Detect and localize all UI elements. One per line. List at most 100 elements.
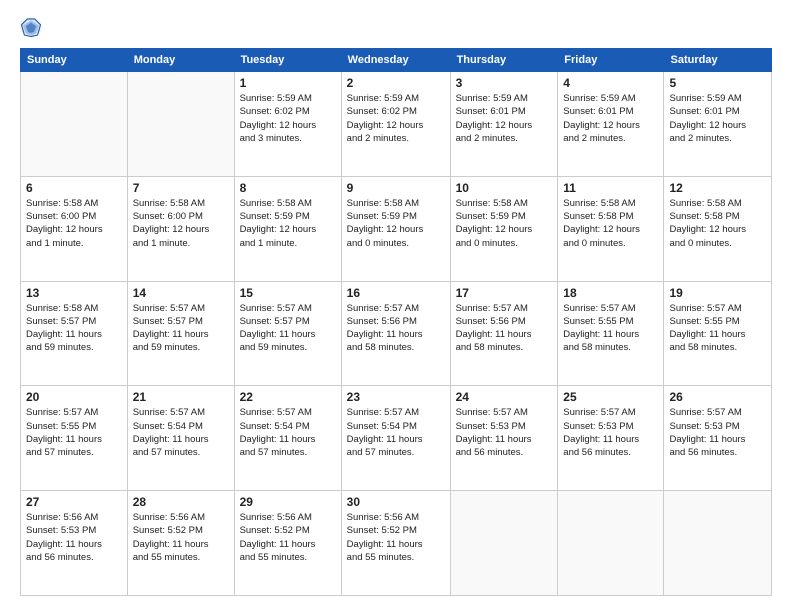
- day-detail: Sunrise: 5:59 AM Sunset: 6:01 PM Dayligh…: [563, 92, 658, 145]
- calendar-header-friday: Friday: [558, 49, 664, 72]
- day-detail: Sunrise: 5:57 AM Sunset: 5:53 PM Dayligh…: [669, 406, 766, 459]
- calendar-cell: 21 Sunrise: 5:57 AM Sunset: 5:54 PM Dayli…: [127, 386, 234, 491]
- day-number: 8: [240, 181, 336, 195]
- calendar-cell: 17 Sunrise: 5:57 AM Sunset: 5:56 PM Dayli…: [450, 281, 558, 386]
- page: SundayMondayTuesdayWednesdayThursdayFrid…: [0, 0, 792, 612]
- day-number: 11: [563, 181, 658, 195]
- day-number: 13: [26, 286, 122, 300]
- calendar-week-1: 6 Sunrise: 5:58 AM Sunset: 6:00 PM Daylig…: [21, 176, 772, 281]
- calendar-cell: 26 Sunrise: 5:57 AM Sunset: 5:53 PM Dayli…: [664, 386, 772, 491]
- day-number: 25: [563, 390, 658, 404]
- calendar-header-row: SundayMondayTuesdayWednesdayThursdayFrid…: [21, 49, 772, 72]
- day-number: 16: [347, 286, 445, 300]
- calendar-cell: 30 Sunrise: 5:56 AM Sunset: 5:52 PM Dayli…: [341, 491, 450, 596]
- day-detail: Sunrise: 5:57 AM Sunset: 5:54 PM Dayligh…: [347, 406, 445, 459]
- calendar-header-sunday: Sunday: [21, 49, 128, 72]
- day-detail: Sunrise: 5:58 AM Sunset: 5:58 PM Dayligh…: [669, 197, 766, 250]
- calendar-cell: 9 Sunrise: 5:58 AM Sunset: 5:59 PM Daylig…: [341, 176, 450, 281]
- calendar-cell: 6Sunrise: 5:58 AM Sunset: 6:00 PM Daylig…: [21, 176, 128, 281]
- day-detail: Sunrise: 5:57 AM Sunset: 5:56 PM Dayligh…: [456, 302, 553, 355]
- calendar-cell: [21, 72, 128, 177]
- day-detail: Sunrise: 5:58 AM Sunset: 5:57 PM Dayligh…: [26, 302, 122, 355]
- day-detail: Sunrise: 5:57 AM Sunset: 5:53 PM Dayligh…: [456, 406, 553, 459]
- calendar-header-saturday: Saturday: [664, 49, 772, 72]
- calendar-cell: 22 Sunrise: 5:57 AM Sunset: 5:54 PM Dayli…: [234, 386, 341, 491]
- day-detail: Sunrise: 5:59 AM Sunset: 6:02 PM Dayligh…: [240, 92, 336, 145]
- day-number: 20: [26, 390, 122, 404]
- day-detail: Sunrise: 5:58 AM Sunset: 6:00 PM Dayligh…: [133, 197, 229, 250]
- day-number: 15: [240, 286, 336, 300]
- calendar-cell: 10 Sunrise: 5:58 AM Sunset: 5:59 PM Dayli…: [450, 176, 558, 281]
- calendar-header-thursday: Thursday: [450, 49, 558, 72]
- logo-icon: [20, 16, 42, 38]
- day-number: 29: [240, 495, 336, 509]
- calendar-header-tuesday: Tuesday: [234, 49, 341, 72]
- day-detail: Sunrise: 5:56 AM Sunset: 5:52 PM Dayligh…: [240, 511, 336, 564]
- day-detail: Sunrise: 5:57 AM Sunset: 5:55 PM Dayligh…: [563, 302, 658, 355]
- day-number: 30: [347, 495, 445, 509]
- calendar-week-0: 1 Sunrise: 5:59 AM Sunset: 6:02 PM Daylig…: [21, 72, 772, 177]
- calendar-cell: [450, 491, 558, 596]
- calendar-cell: 25 Sunrise: 5:57 AM Sunset: 5:53 PM Dayli…: [558, 386, 664, 491]
- calendar-cell: 7 Sunrise: 5:58 AM Sunset: 6:00 PM Daylig…: [127, 176, 234, 281]
- day-number: 26: [669, 390, 766, 404]
- calendar-cell: 16 Sunrise: 5:57 AM Sunset: 5:56 PM Dayli…: [341, 281, 450, 386]
- day-number: 3: [456, 76, 553, 90]
- day-number: 5: [669, 76, 766, 90]
- day-detail: Sunrise: 5:58 AM Sunset: 5:58 PM Dayligh…: [563, 197, 658, 250]
- calendar-cell: 15Sunrise: 5:57 AM Sunset: 5:57 PM Dayli…: [234, 281, 341, 386]
- day-detail: Sunrise: 5:57 AM Sunset: 5:55 PM Dayligh…: [669, 302, 766, 355]
- calendar-cell: 18 Sunrise: 5:57 AM Sunset: 5:55 PM Dayli…: [558, 281, 664, 386]
- calendar-cell: [558, 491, 664, 596]
- day-detail: Sunrise: 5:58 AM Sunset: 5:59 PM Dayligh…: [240, 197, 336, 250]
- day-number: 10: [456, 181, 553, 195]
- day-detail: Sunrise: 5:59 AM Sunset: 6:01 PM Dayligh…: [456, 92, 553, 145]
- day-detail: Sunrise: 5:57 AM Sunset: 5:54 PM Dayligh…: [240, 406, 336, 459]
- day-number: 27: [26, 495, 122, 509]
- calendar-cell: 23 Sunrise: 5:57 AM Sunset: 5:54 PM Dayli…: [341, 386, 450, 491]
- day-detail: Sunrise: 5:58 AM Sunset: 5:59 PM Dayligh…: [347, 197, 445, 250]
- day-number: 17: [456, 286, 553, 300]
- calendar-cell: 1 Sunrise: 5:59 AM Sunset: 6:02 PM Daylig…: [234, 72, 341, 177]
- calendar-cell: 20 Sunrise: 5:57 AM Sunset: 5:55 PM Dayli…: [21, 386, 128, 491]
- calendar-cell: 8 Sunrise: 5:58 AM Sunset: 5:59 PM Daylig…: [234, 176, 341, 281]
- calendar-cell: [127, 72, 234, 177]
- day-detail: Sunrise: 5:56 AM Sunset: 5:52 PM Dayligh…: [347, 511, 445, 564]
- day-detail: Sunrise: 5:58 AM Sunset: 5:59 PM Dayligh…: [456, 197, 553, 250]
- day-number: 28: [133, 495, 229, 509]
- day-number: 1: [240, 76, 336, 90]
- day-number: 21: [133, 390, 229, 404]
- calendar-cell: 12 Sunrise: 5:58 AM Sunset: 5:58 PM Dayli…: [664, 176, 772, 281]
- day-detail: Sunrise: 5:56 AM Sunset: 5:53 PM Dayligh…: [26, 511, 122, 564]
- day-detail: Sunrise: 5:56 AM Sunset: 5:52 PM Dayligh…: [133, 511, 229, 564]
- day-number: 19: [669, 286, 766, 300]
- calendar-cell: 29 Sunrise: 5:56 AM Sunset: 5:52 PM Dayli…: [234, 491, 341, 596]
- day-number: 22: [240, 390, 336, 404]
- calendar-week-3: 20 Sunrise: 5:57 AM Sunset: 5:55 PM Dayli…: [21, 386, 772, 491]
- calendar-header-monday: Monday: [127, 49, 234, 72]
- logo: [20, 16, 46, 38]
- calendar-week-2: 13 Sunrise: 5:58 AM Sunset: 5:57 PM Dayli…: [21, 281, 772, 386]
- calendar-cell: 13 Sunrise: 5:58 AM Sunset: 5:57 PM Dayli…: [21, 281, 128, 386]
- calendar-cell: 3 Sunrise: 5:59 AM Sunset: 6:01 PM Daylig…: [450, 72, 558, 177]
- calendar-table: SundayMondayTuesdayWednesdayThursdayFrid…: [20, 48, 772, 596]
- calendar-cell: 11 Sunrise: 5:58 AM Sunset: 5:58 PM Dayli…: [558, 176, 664, 281]
- calendar-cell: 4Sunrise: 5:59 AM Sunset: 6:01 PM Daylig…: [558, 72, 664, 177]
- day-detail: Sunrise: 5:57 AM Sunset: 5:56 PM Dayligh…: [347, 302, 445, 355]
- calendar-cell: 14Sunrise: 5:57 AM Sunset: 5:57 PM Dayli…: [127, 281, 234, 386]
- calendar-cell: 28 Sunrise: 5:56 AM Sunset: 5:52 PM Dayli…: [127, 491, 234, 596]
- day-number: 9: [347, 181, 445, 195]
- day-number: 7: [133, 181, 229, 195]
- day-number: 24: [456, 390, 553, 404]
- day-number: 12: [669, 181, 766, 195]
- day-detail: Sunrise: 5:57 AM Sunset: 5:54 PM Dayligh…: [133, 406, 229, 459]
- day-detail: Sunrise: 5:57 AM Sunset: 5:53 PM Dayligh…: [563, 406, 658, 459]
- calendar-cell: 27 Sunrise: 5:56 AM Sunset: 5:53 PM Dayli…: [21, 491, 128, 596]
- calendar-cell: 24 Sunrise: 5:57 AM Sunset: 5:53 PM Dayli…: [450, 386, 558, 491]
- day-number: 6: [26, 181, 122, 195]
- calendar-header-wednesday: Wednesday: [341, 49, 450, 72]
- day-detail: Sunrise: 5:57 AM Sunset: 5:55 PM Dayligh…: [26, 406, 122, 459]
- day-number: 2: [347, 76, 445, 90]
- day-number: 18: [563, 286, 658, 300]
- day-number: 23: [347, 390, 445, 404]
